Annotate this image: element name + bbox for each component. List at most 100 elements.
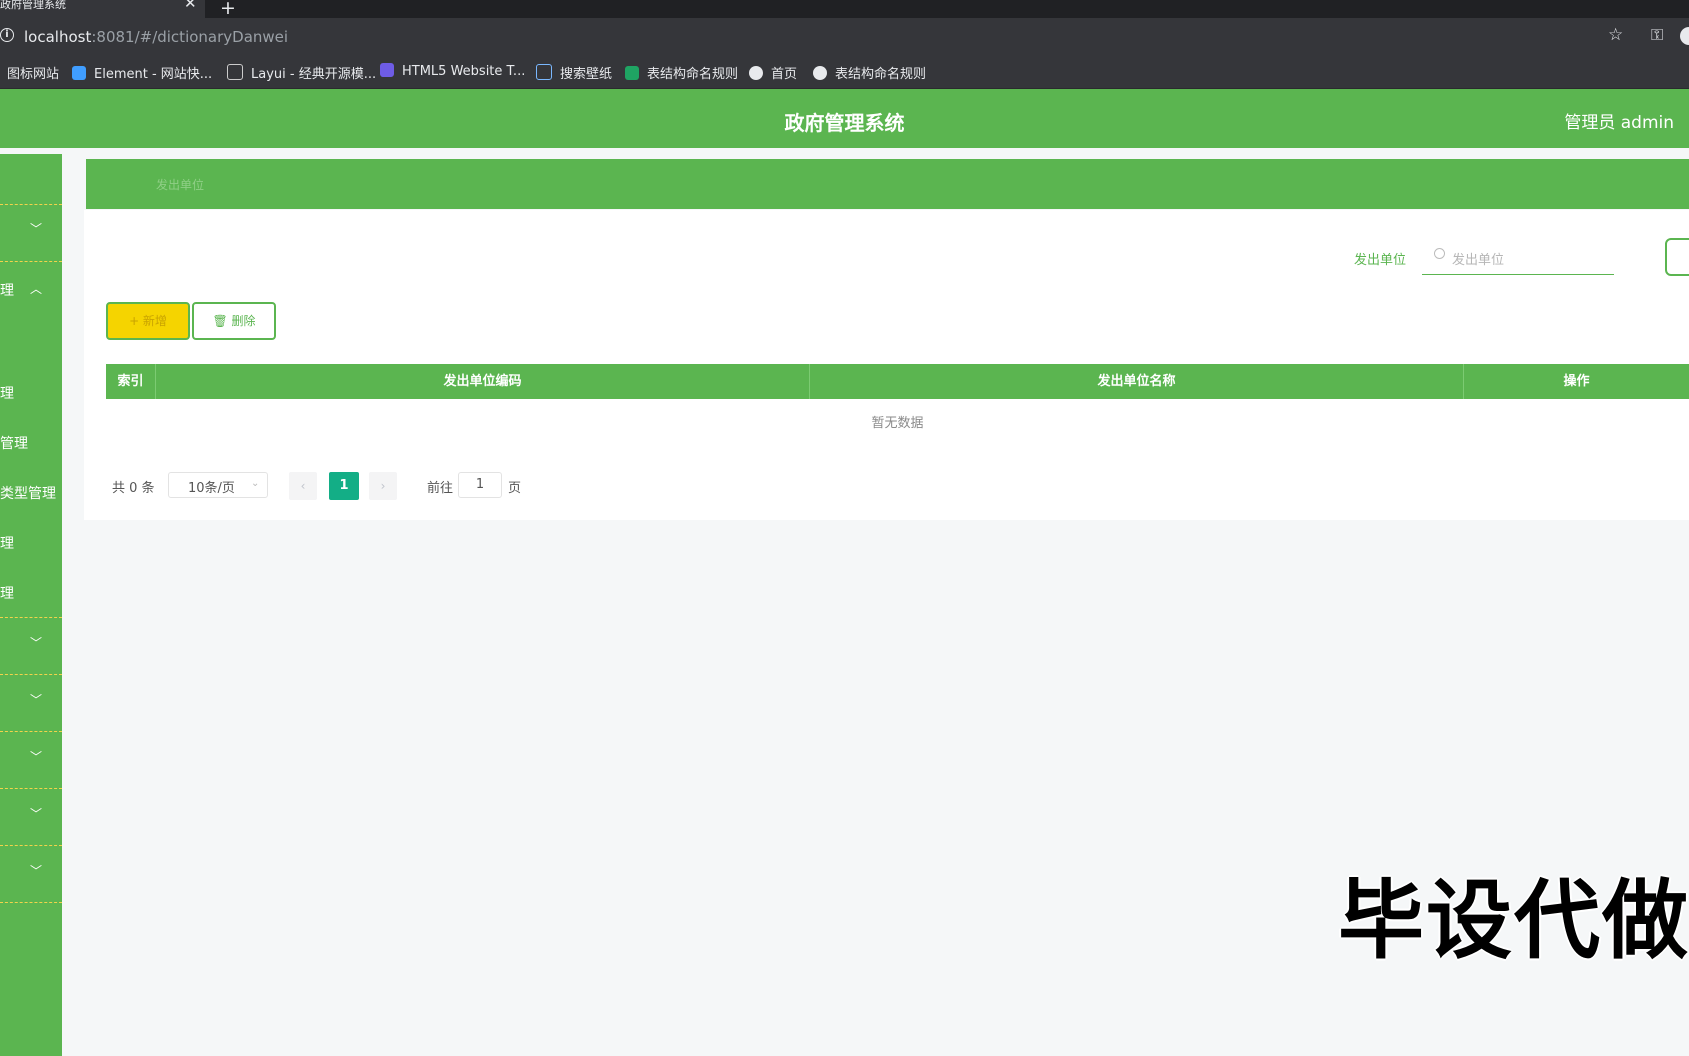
- tab-title: 政府管理系统: [0, 0, 66, 11]
- page-size-value: 10条/页: [188, 481, 235, 496]
- breadcrumb[interactable]: 发出单位: [156, 176, 204, 193]
- bookmark-label: 表结构命名规则: [835, 67, 927, 82]
- chevron-down-icon: ﹀: [30, 864, 43, 878]
- sidebar-divider: [0, 261, 62, 262]
- bookmark-item[interactable]: HTML5 Website T...: [380, 63, 525, 79]
- page-size-select[interactable]: 10条/页 ⌄: [168, 472, 268, 498]
- sidebar-menu-item[interactable]: ﹀: [0, 220, 62, 242]
- next-page-button[interactable]: ›: [369, 472, 397, 500]
- goto-page-input[interactable]: 1: [458, 472, 502, 498]
- browser-tab[interactable]: 政府管理系统 ✕: [0, 0, 205, 18]
- search-input[interactable]: 发出单位: [1422, 238, 1614, 275]
- pagination-total: 共 0 条: [112, 481, 155, 496]
- bookmark-item[interactable]: 表结构命名规则: [813, 63, 926, 82]
- sidebar-divider: [0, 731, 62, 732]
- bookmark-label: Layui - 经典开源模...: [251, 67, 377, 82]
- column-header-index[interactable]: 索引: [106, 364, 156, 399]
- goto-label: 前往: [427, 481, 454, 496]
- breadcrumb-bar: 发出单位: [86, 159, 1689, 209]
- bookmark-star-icon[interactable]: ☆: [1608, 25, 1623, 45]
- sidebar-item-label: 理: [0, 536, 14, 552]
- chevron-down-icon: ﹀: [30, 693, 43, 707]
- bookmark-label: 图标网站: [7, 67, 60, 82]
- chevron-down-icon: ﹀: [30, 636, 43, 650]
- bookmark-label: HTML5 Website T...: [402, 64, 526, 79]
- prev-page-button[interactable]: ‹: [289, 472, 317, 500]
- sidebar-submenu-item[interactable]: 理: [0, 383, 62, 405]
- chevron-down-icon: ⌄: [251, 478, 260, 489]
- table-header: 索引 发出单位编码 发出单位名称 操作: [106, 364, 1689, 399]
- sidebar-submenu-item[interactable]: 管理: [0, 433, 62, 455]
- globe-icon: [749, 66, 763, 80]
- search-label: 发出单位: [1354, 253, 1407, 268]
- watermark-text: 毕设代做: [1338, 871, 1689, 971]
- bookmark-label: 表结构命名规则: [647, 67, 739, 82]
- sidebar: ﹀ 理 ︿ 理 管理 类型管理 理 理 ﹀ ﹀ ﹀ ﹀ ﹀: [0, 154, 62, 1056]
- bookmark-item[interactable]: 搜索壁纸: [536, 63, 612, 82]
- sidebar-menu-item[interactable]: ﹀: [0, 748, 62, 770]
- search-icon: [1434, 248, 1445, 259]
- browser-tab-strip: 政府管理系统 ✕ +: [0, 0, 1689, 19]
- element-icon: [72, 66, 86, 80]
- sidebar-item-label: 理: [0, 283, 14, 299]
- bookmark-label: Element - 网站快...: [94, 67, 213, 82]
- bookmark-item[interactable]: 首页: [749, 63, 797, 82]
- app-header: 政府管理系统 管理员 admin: [0, 89, 1689, 148]
- sidebar-item-label: 类型管理: [0, 486, 56, 502]
- sidebar-divider: [0, 617, 62, 618]
- sidebar-divider: [0, 674, 62, 675]
- sidebar-menu-item[interactable]: ﹀: [0, 634, 62, 656]
- sheet-icon: [625, 66, 639, 80]
- chevron-down-icon: ﹀: [30, 750, 43, 764]
- bookmark-item[interactable]: 图标网站: [7, 63, 59, 82]
- current-page-button[interactable]: 1: [329, 472, 359, 500]
- sidebar-divider: [0, 204, 62, 205]
- user-menu[interactable]: 管理员 admin: [1564, 108, 1674, 133]
- new-tab-icon[interactable]: +: [220, 0, 236, 19]
- bookmark-item[interactable]: Layui - 经典开源模...: [227, 63, 376, 82]
- html5-icon: [380, 63, 394, 77]
- layui-icon: [227, 64, 243, 80]
- wallpaper-icon: [536, 64, 552, 80]
- bookmarks-bar: 图标网站 Element - 网站快... Layui - 经典开源模... H…: [0, 54, 1689, 89]
- globe-icon: [813, 66, 827, 80]
- sidebar-item-label: 理: [0, 386, 14, 402]
- sidebar-item-label: 管理: [0, 436, 28, 452]
- bookmark-item[interactable]: 表结构命名规则: [625, 63, 738, 82]
- chevron-up-icon: ︿: [30, 282, 43, 296]
- sidebar-submenu-item[interactable]: 理: [0, 533, 62, 555]
- delete-button[interactable]: 🗑 删除: [192, 302, 276, 340]
- sidebar-divider: [0, 845, 62, 846]
- bookmark-label: 首页: [771, 67, 798, 82]
- add-button[interactable]: + 新增: [106, 302, 190, 340]
- profile-avatar-icon[interactable]: [1680, 27, 1689, 45]
- sidebar-menu-item[interactable]: 理 ︿: [0, 280, 62, 302]
- bookmark-item[interactable]: Element - 网站快...: [72, 63, 212, 82]
- info-icon[interactable]: i: [0, 28, 14, 42]
- url-path: :8081/#/dictionaryDanwei: [91, 28, 289, 46]
- sidebar-menu-item[interactable]: ﹀: [0, 862, 62, 884]
- sidebar-submenu-item[interactable]: 理: [0, 583, 62, 605]
- sidebar-item-label: 理: [0, 586, 14, 602]
- column-header-name[interactable]: 发出单位名称: [810, 364, 1464, 399]
- close-tab-icon[interactable]: ✕: [184, 0, 197, 11]
- sidebar-divider: [0, 788, 62, 789]
- sidebar-divider: [0, 902, 62, 903]
- column-header-code[interactable]: 发出单位编码: [156, 364, 810, 399]
- sidebar-menu-item[interactable]: ﹀: [0, 805, 62, 827]
- chevron-down-icon: ﹀: [30, 222, 43, 236]
- url-host: localhost: [24, 28, 92, 46]
- password-key-icon[interactable]: ⚿: [1651, 25, 1663, 45]
- search-placeholder: 发出单位: [1452, 253, 1505, 268]
- sidebar-menu-item[interactable]: ﹀: [0, 691, 62, 713]
- sidebar-submenu-item[interactable]: 类型管理: [0, 483, 62, 505]
- address-bar: i localhost:8081/#/dictionaryDanwei ☆ ⚿: [0, 18, 1689, 54]
- app-title: 政府管理系统: [784, 111, 905, 135]
- chevron-down-icon: ﹀: [30, 807, 43, 821]
- column-header-actions[interactable]: 操作: [1464, 364, 1689, 399]
- page-suffix: 页: [508, 481, 522, 496]
- content-panel: 发出单位 发出单位 + 新增 🗑 删除 索引 发出单位编码 发出单位名称 操作 …: [84, 210, 1689, 520]
- query-button[interactable]: [1665, 238, 1689, 276]
- table-empty-text: 暂无数据: [871, 416, 924, 431]
- url-field[interactable]: localhost:8081/#/dictionaryDanwei: [24, 28, 288, 46]
